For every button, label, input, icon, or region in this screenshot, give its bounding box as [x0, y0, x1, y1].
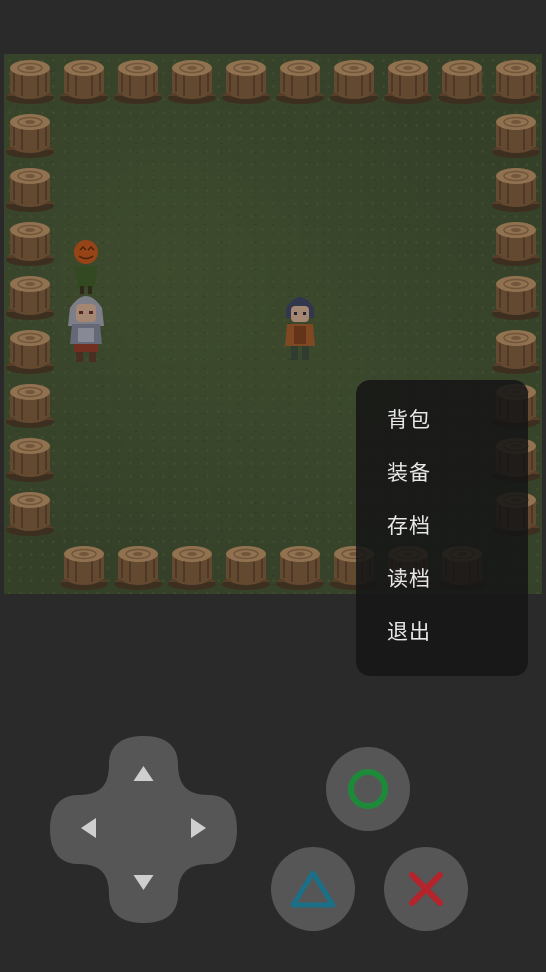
tree-stump	[4, 162, 56, 214]
tree-stump	[490, 54, 542, 106]
menu-item-save[interactable]: 存档	[356, 500, 528, 553]
game-screen: 背包 装备 存档 读档 退出	[0, 0, 546, 972]
tree-stump	[4, 378, 56, 430]
tree-stump	[490, 162, 542, 214]
tree-stump	[328, 54, 380, 106]
tree-stump	[58, 54, 110, 106]
circle-button[interactable]	[326, 747, 410, 831]
tree-stump	[166, 54, 218, 106]
menu-item-bag[interactable]: 背包	[356, 394, 528, 447]
tree-stump	[220, 54, 272, 106]
game-menu: 背包 装备 存档 读档 退出	[356, 380, 528, 676]
tree-stump	[274, 54, 326, 106]
menu-item-load[interactable]: 读档	[356, 553, 528, 606]
tree-stump	[166, 540, 218, 592]
tree-stump	[4, 270, 56, 322]
tree-stump	[4, 486, 56, 538]
tree-stump	[436, 54, 488, 106]
tree-stump	[490, 270, 542, 322]
tree-stump	[490, 324, 542, 376]
tree-stump	[274, 540, 326, 592]
player-character[interactable]	[280, 290, 320, 368]
dpad[interactable]	[50, 736, 237, 923]
tree-stump	[382, 54, 434, 106]
tree-stump	[490, 216, 542, 268]
menu-item-exit[interactable]: 退出	[356, 606, 528, 659]
circle-icon	[348, 769, 388, 809]
silver-hair-npc[interactable]	[64, 288, 108, 368]
cross-icon	[409, 872, 443, 906]
tree-stump	[112, 54, 164, 106]
triangle-button[interactable]	[271, 847, 355, 931]
tree-stump	[220, 540, 272, 592]
tree-stump	[4, 432, 56, 484]
tree-stump	[4, 216, 56, 268]
tree-stump	[112, 540, 164, 592]
menu-item-equipment[interactable]: 装备	[356, 447, 528, 500]
tree-stump	[4, 324, 56, 376]
tree-stump	[58, 540, 110, 592]
tree-stump	[4, 108, 56, 160]
cross-button[interactable]	[384, 847, 468, 931]
triangle-icon	[290, 870, 336, 908]
tree-stump	[4, 54, 56, 106]
tree-stump	[490, 108, 542, 160]
